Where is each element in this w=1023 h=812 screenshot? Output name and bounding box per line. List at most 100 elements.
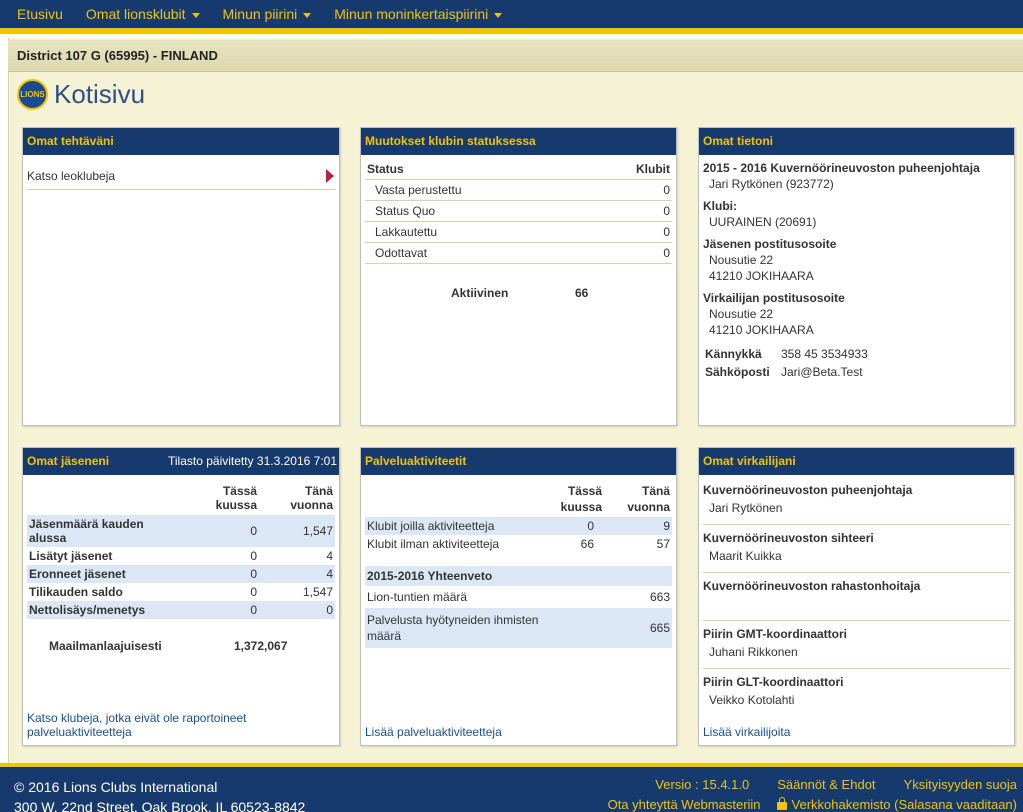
members-table: Tässä kuussa Tänä vuonna Jäsenmäärä kaud… bbox=[27, 481, 335, 619]
panel-body: Tässä kuussa Tänä vuonna Jäsenmäärä kaud… bbox=[23, 475, 339, 657]
nav-my-multiple-district[interactable]: Minun moninkertaispiirini bbox=[334, 6, 503, 22]
row-label: Klubit ilman aktiviteetteja bbox=[367, 537, 500, 551]
table-row: Lisätyt jäsenet 0 4 bbox=[27, 547, 335, 565]
col-clubs: Klubit bbox=[586, 159, 672, 180]
row-year: 57 bbox=[656, 537, 670, 551]
panel-body: Katso leoklubeja bbox=[23, 155, 339, 194]
service-table: Tässä kuussa Tänä vuonna Klubit joilla akt… bbox=[365, 481, 672, 553]
row-month: 0 bbox=[250, 524, 257, 538]
footer-left: © 2016 Lions Clubs International 300 W. … bbox=[14, 777, 305, 812]
row-label: Palvelusta hyötyneiden ihmisten määrä bbox=[367, 613, 539, 643]
page-title: Kotisivu bbox=[54, 78, 146, 109]
district-header: District 107 G (65995) - FINLAND bbox=[8, 40, 1023, 72]
club-status-panel: Muutokset klubin statuksessa Status Klub… bbox=[360, 127, 677, 426]
row-year: 4 bbox=[326, 549, 333, 563]
nav-home[interactable]: Etusivu bbox=[17, 6, 63, 22]
table-row: Klubit joilla aktiviteetteja 0 9 bbox=[365, 517, 672, 535]
col-month: Tässä kuussa bbox=[544, 481, 604, 517]
panel-body: Kuvernöörineuvoston puheenjohtaja Jari R… bbox=[699, 475, 1014, 721]
worldwide-label: Maailmanlaajuisesti bbox=[49, 639, 162, 653]
table-row: Vasta perustettu 0 bbox=[365, 179, 672, 201]
row-label: Klubit joilla aktiviteetteja bbox=[367, 519, 495, 533]
directory-link[interactable]: Verkkohakemisto (Salasana vaaditaan) bbox=[776, 797, 1017, 812]
my-members-panel: Omat jäseneni Tilasto päivitetty 31.3.20… bbox=[22, 447, 340, 746]
row-month: 0 bbox=[250, 567, 257, 581]
panel-title: Omat tietoni bbox=[703, 134, 774, 148]
logo-text: LIONS bbox=[20, 89, 45, 99]
nav-my-district-label: Minun piirini bbox=[222, 6, 298, 22]
table-row: Odottavat 0 bbox=[365, 242, 672, 264]
officer-address-line1: Nousutie 22 bbox=[709, 307, 774, 321]
row-label: Lion-tuntien määrä bbox=[367, 590, 468, 604]
officer-address-label: Virkailijan postitusosoite bbox=[703, 291, 845, 305]
terms-link[interactable]: Säännöt & Ehdot bbox=[777, 777, 875, 792]
nav-my-clubs[interactable]: Omat lionsklubit bbox=[86, 6, 200, 22]
worldwide-row: Maailmanlaajuisesti 1,372,067 bbox=[27, 639, 335, 653]
status-label: Status Quo bbox=[365, 200, 587, 222]
row-value: 663 bbox=[649, 590, 670, 604]
table-row: Klubit ilman aktiviteetteja 66 57 bbox=[365, 535, 672, 553]
email-label: Sähköposti bbox=[705, 365, 770, 379]
task-item[interactable]: Katso leoklubeja bbox=[27, 159, 335, 190]
task-label: Katso leoklubeja bbox=[27, 169, 116, 183]
panel-header: Omat virkailijani bbox=[699, 448, 1014, 475]
table-header-row: Status Klubit bbox=[365, 159, 672, 180]
col-label bbox=[365, 481, 544, 517]
nav-home-label: Etusivu bbox=[17, 6, 63, 22]
club-label: Klubi: bbox=[703, 199, 737, 213]
unreported-clubs-link[interactable]: Katso klubeja, jotka eivät ole raportoin… bbox=[27, 711, 339, 739]
status-value: 0 bbox=[586, 221, 672, 243]
col-label bbox=[27, 481, 179, 515]
panel-header: Omat jäseneni Tilasto päivitetty 31.3.20… bbox=[23, 448, 339, 475]
active-row: Aktiivinen 66 bbox=[451, 286, 672, 300]
my-info-panel: Omat tietoni 2015 - 2016 Kuvernöörineuvo… bbox=[698, 127, 1015, 426]
col-month-line2: kuussa bbox=[560, 500, 602, 514]
row-value: 665 bbox=[649, 621, 670, 635]
row-month: 0 bbox=[250, 585, 257, 599]
panel-header: Palveluaktiviteetit bbox=[361, 448, 676, 475]
status-value: 0 bbox=[586, 179, 672, 201]
officer-title: Kuvernöörineuvoston rahastonhoitaja bbox=[703, 579, 921, 593]
role-title: 2015 - 2016 Kuvernöörineuvoston puheenjo… bbox=[703, 161, 980, 175]
table-header-row: Tässä kuussa Tänä vuonna bbox=[365, 481, 672, 517]
arrow-right-icon bbox=[326, 169, 334, 183]
directory-label: Verkkohakemisto (Salasana vaaditaan) bbox=[791, 797, 1017, 812]
add-officers-link[interactable]: Lisää virkailijoita bbox=[703, 725, 790, 739]
page-footer: © 2016 Lions Clubs International 300 W. … bbox=[0, 763, 1023, 812]
contact-webmaster-link[interactable]: Ota yhteyttä Webmasteriin bbox=[608, 797, 761, 812]
my-officers-panel: Omat virkailijani Kuvernöörineuvoston pu… bbox=[698, 447, 1015, 746]
officer-title: Kuvernöörineuvoston sihteeri bbox=[703, 531, 874, 545]
version: Versio : 15.4.1.0 bbox=[655, 777, 750, 792]
nav-my-district[interactable]: Minun piirini bbox=[223, 6, 312, 22]
copyright: © 2016 Lions Clubs International bbox=[14, 779, 218, 795]
title-row: LIONS Kotisivu bbox=[8, 72, 1023, 116]
nav-my-multiple-district-label: Minun moninkertaispiirini bbox=[334, 6, 489, 22]
row-label: Tilikauden saldo bbox=[29, 585, 123, 599]
status-label: Lakkautettu bbox=[365, 221, 587, 243]
officer-name: Veikko Kotolahti bbox=[709, 693, 795, 707]
col-month-line1: Tässä bbox=[567, 484, 602, 498]
email-row: Sähköposti Jari@Beta.Test bbox=[703, 365, 1010, 379]
row-label: Nettolisäys/menetys bbox=[29, 603, 146, 617]
active-label: Aktiivinen bbox=[451, 286, 509, 300]
table-row: Nettolisäys/menetys 0 0 bbox=[27, 601, 335, 619]
summary-header-row: 2015-2016 Yhteenveto bbox=[365, 566, 672, 586]
row-year: 4 bbox=[326, 567, 333, 581]
mobile-value: 358 45 3534933 bbox=[781, 347, 868, 361]
service-activities-panel: Palveluaktiviteetit Tässä kuussa Tänä vuon… bbox=[360, 447, 677, 746]
privacy-link[interactable]: Yksityisyyden suoja bbox=[904, 777, 1017, 792]
panel-header: Muutokset klubin statuksessa bbox=[361, 128, 676, 155]
worldwide-value: 1,372,067 bbox=[234, 639, 288, 653]
panel-body: 2015 - 2016 Kuvernöörineuvoston puheenjo… bbox=[699, 155, 1014, 383]
officer-title: Piirin GMT-koordinaattori bbox=[703, 627, 848, 641]
add-service-activities-link[interactable]: Lisää palveluaktiviteetteja bbox=[365, 725, 502, 739]
lock-icon bbox=[776, 797, 787, 810]
col-month: Tässä kuussa bbox=[215, 484, 257, 512]
row-month: 0 bbox=[250, 603, 257, 617]
officer-name: Maarit Kuikka bbox=[709, 549, 782, 563]
nav-my-clubs-label: Omat lionsklubit bbox=[85, 6, 186, 22]
row-month: 0 bbox=[587, 519, 594, 533]
status-label: Odottavat bbox=[365, 242, 587, 264]
status-value: 0 bbox=[586, 200, 672, 222]
table-row: Lion-tuntien määrä 663 bbox=[365, 586, 672, 608]
